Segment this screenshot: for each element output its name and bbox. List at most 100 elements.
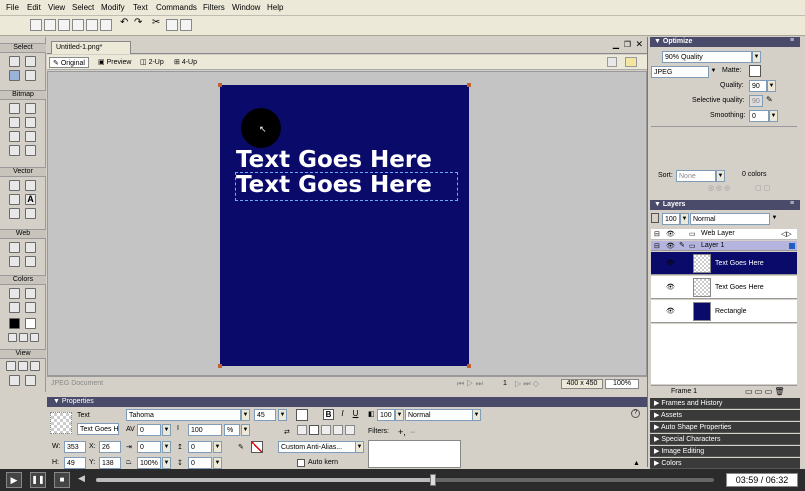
- selection-handle[interactable]: [467, 364, 471, 368]
- frame-controls[interactable]: ⏮ ▷ ⏭: [457, 379, 483, 389]
- pointer-tool-icon[interactable]: [9, 56, 20, 67]
- web-layer-expand-icon[interactable]: ⊟: [654, 230, 660, 238]
- copy-icon[interactable]: [166, 19, 178, 31]
- full-screen-menus-icon[interactable]: [18, 361, 28, 371]
- hide-slices-icon[interactable]: [9, 256, 20, 267]
- panel-image-editing[interactable]: ▶ Image Editing: [650, 446, 800, 457]
- font-dropdown-icon[interactable]: ▼: [241, 409, 250, 421]
- space-after-dropdown-icon[interactable]: ▼: [213, 457, 222, 469]
- export-format-select[interactable]: JPEG: [651, 66, 709, 78]
- pencil-tool-icon[interactable]: [9, 131, 20, 142]
- rubber-stamp-icon[interactable]: [25, 145, 36, 156]
- opacity-dropdown-icon[interactable]: ▼: [395, 409, 404, 421]
- line-tool-icon[interactable]: [9, 180, 20, 191]
- text-direction-icon[interactable]: ⇄: [284, 428, 290, 436]
- stroke-color-swatch[interactable]: [251, 441, 263, 453]
- minimize-icon[interactable]: ▁: [613, 40, 619, 49]
- justify-icon[interactable]: [333, 425, 343, 435]
- stretch-icon[interactable]: [345, 425, 355, 435]
- add-filter-icon[interactable]: +,: [398, 427, 406, 437]
- blend-mode-dropdown-icon[interactable]: ▼: [472, 409, 481, 421]
- crop-tool-icon[interactable]: [25, 70, 36, 81]
- volume-icon[interactable]: ◀: [78, 473, 85, 484]
- layer-1-edit-icon[interactable]: ✎: [679, 241, 685, 249]
- layer-opacity-dropdown-icon[interactable]: ▼: [680, 213, 689, 225]
- scale-tool-icon[interactable]: [9, 70, 20, 81]
- pause-icon[interactable]: ❚❚: [30, 472, 46, 488]
- smoothing-select[interactable]: 0: [749, 110, 769, 122]
- print-icon[interactable]: [100, 19, 112, 31]
- zoom-tool-icon[interactable]: [25, 375, 36, 386]
- layer-blend-dropdown-icon[interactable]: ▼: [770, 213, 779, 225]
- optimize-preset-dropdown-icon[interactable]: ▼: [752, 51, 761, 63]
- play-icon[interactable]: ▶: [6, 472, 22, 488]
- tab-4up[interactable]: ⊞ 4-Up: [171, 57, 200, 68]
- text-color-swatch[interactable]: [296, 409, 308, 421]
- menu-view[interactable]: View: [48, 3, 65, 12]
- layer-footer-icons[interactable]: ▭ ▭ ▭ 🗑: [745, 387, 785, 396]
- import-icon[interactable]: [72, 19, 84, 31]
- smoothing-dropdown-icon[interactable]: ▼: [769, 110, 778, 122]
- space-before-dropdown-icon[interactable]: ▼: [213, 441, 222, 453]
- height-input[interactable]: 49: [64, 457, 86, 469]
- width-input[interactable]: 353: [64, 441, 86, 453]
- export-icon[interactable]: [86, 19, 98, 31]
- eraser-tool-icon[interactable]: [25, 131, 36, 142]
- selection-handle[interactable]: [467, 83, 471, 87]
- antialias-dropdown-icon[interactable]: ▼: [355, 441, 364, 453]
- align-right-icon[interactable]: [321, 425, 331, 435]
- cut-icon[interactable]: ✂: [152, 17, 164, 29]
- object-name-input[interactable]: Text Goes Here: [77, 423, 119, 435]
- standard-screen-icon[interactable]: [6, 361, 16, 371]
- magic-wand-icon[interactable]: [9, 117, 20, 128]
- opacity-input[interactable]: 100: [377, 409, 395, 421]
- knife-tool-icon[interactable]: [25, 208, 36, 219]
- canvas-text-2[interactable]: Text Goes Here: [236, 171, 432, 199]
- panel-colors[interactable]: ▶ Colors: [650, 458, 800, 469]
- stroke-swatch[interactable]: [9, 318, 20, 329]
- horizontal-scale-dropdown-icon[interactable]: ▼: [162, 457, 171, 469]
- layer-item-rectangle[interactable]: 👁 Rectangle: [651, 300, 797, 323]
- canvas-size[interactable]: 400 x 450: [561, 379, 603, 389]
- panel-assets[interactable]: ▶ Assets: [650, 410, 800, 421]
- tab-2up[interactable]: ◫ 2-Up: [137, 57, 167, 68]
- align-left-icon[interactable]: [297, 425, 307, 435]
- quality-input[interactable]: 90: [749, 80, 767, 92]
- font-size-input[interactable]: 45: [254, 409, 276, 421]
- layer-1-row[interactable]: ⊟ 👁 ✎ ▭ Layer 1: [651, 241, 797, 251]
- tab-preview[interactable]: ▣ Preview: [95, 57, 134, 68]
- blend-mode-select[interactable]: Normal: [405, 409, 475, 421]
- layers-panel-title[interactable]: ▼ Layers: [650, 200, 800, 210]
- italic-icon[interactable]: I: [337, 409, 348, 420]
- stop-icon[interactable]: ■: [54, 472, 70, 488]
- antialias-select[interactable]: Custom Anti-Alias...: [278, 441, 358, 453]
- align-center-icon[interactable]: [309, 425, 319, 435]
- menu-text[interactable]: Text: [133, 3, 148, 12]
- remove-filter-icon[interactable]: −: [410, 427, 415, 437]
- web-layer-eye-icon[interactable]: 👁: [666, 230, 675, 238]
- quality-dropdown-icon[interactable]: ▼: [767, 80, 776, 92]
- text-tool-icon[interactable]: A: [25, 194, 36, 205]
- brush-tool-icon[interactable]: [25, 117, 36, 128]
- seek-handle[interactable]: [430, 474, 436, 486]
- edit-selective-icon[interactable]: ✎: [766, 95, 773, 104]
- paste-icon[interactable]: [180, 19, 192, 31]
- new-file-icon[interactable]: [30, 19, 42, 31]
- x-input[interactable]: 26: [99, 441, 121, 453]
- layer-opacity-input[interactable]: 100: [662, 213, 680, 225]
- open-folder-icon[interactable]: [44, 19, 56, 31]
- marquee-tool-icon[interactable]: [9, 103, 20, 114]
- document-tab[interactable]: Untitled-1.png*: [51, 41, 131, 54]
- layer-eye-icon[interactable]: 👁: [666, 307, 675, 315]
- optimize-menu-icon[interactable]: ≡: [790, 37, 794, 44]
- stroke-tool-icon[interactable]: ✎: [238, 443, 244, 451]
- matte-swatch[interactable]: [749, 65, 761, 77]
- layer-blend-select[interactable]: Normal: [690, 213, 770, 225]
- layer-eye-icon[interactable]: 👁: [666, 283, 675, 291]
- swap-colors-icon[interactable]: [30, 333, 39, 342]
- quick-export-icon[interactable]: [607, 57, 617, 67]
- close-icon[interactable]: ✕: [635, 39, 643, 50]
- color-add-delete-icon[interactable]: ▢ ▢: [755, 184, 770, 192]
- zoom-level[interactable]: 100%: [605, 379, 639, 389]
- panel-special-characters[interactable]: ▶ Special Characters: [650, 434, 800, 445]
